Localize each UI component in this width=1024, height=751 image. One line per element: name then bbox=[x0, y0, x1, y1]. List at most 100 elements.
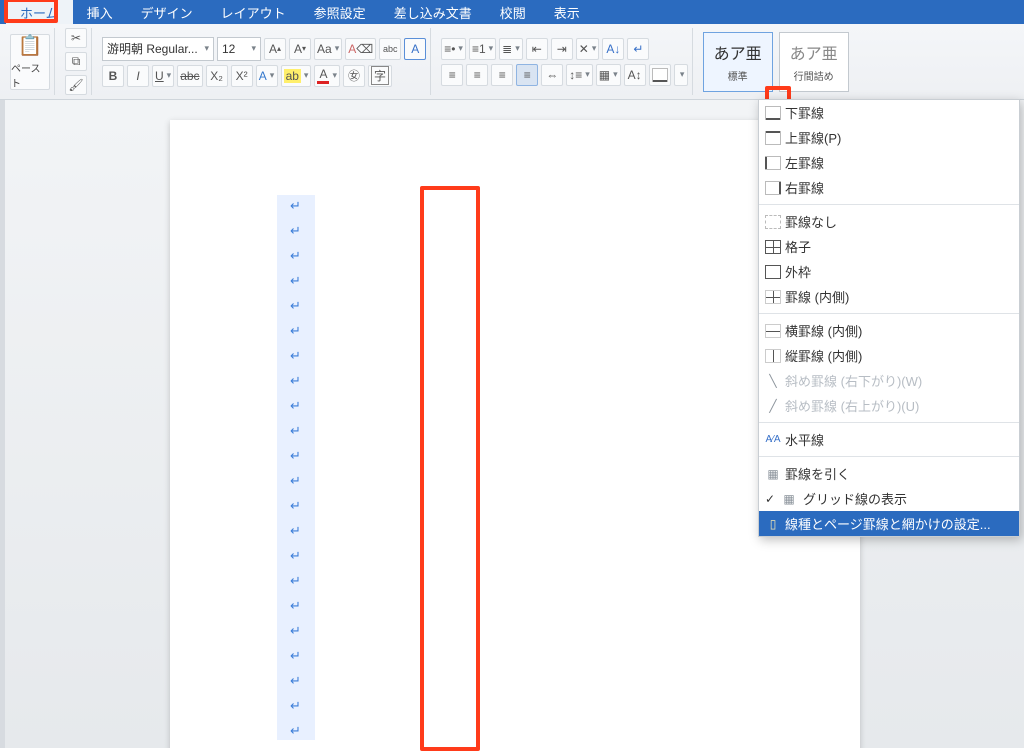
menu-border-outer[interactable]: 外枠 bbox=[759, 259, 1019, 284]
tab-view[interactable]: 表示 bbox=[540, 0, 594, 26]
paragraph-mark-icon: ↵ bbox=[290, 224, 301, 237]
cut-button[interactable]: ✂ bbox=[65, 28, 87, 48]
scissors-icon: ✂ bbox=[71, 31, 81, 45]
tab-mailings[interactable]: 差し込み文書 bbox=[380, 0, 486, 26]
menu-border-all[interactable]: 格子 bbox=[759, 234, 1019, 259]
tab-review[interactable]: 校閲 bbox=[486, 0, 540, 26]
align-left-button[interactable]: ≡ bbox=[441, 64, 463, 86]
character-border-button[interactable]: A bbox=[404, 38, 426, 60]
menu-borders-settings[interactable]: ▯線種とページ罫線と網かけの設定... bbox=[759, 511, 1019, 536]
border-right-icon bbox=[765, 181, 781, 195]
show-marks-button[interactable]: ↵ bbox=[627, 38, 649, 60]
paragraph-mark-icon: ↵ bbox=[290, 299, 301, 312]
menu-border-inner[interactable]: 罫線 (内側) bbox=[759, 284, 1019, 309]
align-right-button[interactable]: ≡ bbox=[491, 64, 513, 86]
tab-design[interactable]: デザイン bbox=[127, 0, 207, 26]
border-inner-h-icon bbox=[765, 324, 781, 338]
menu-horizontal-line[interactable]: A⁄A水平線 bbox=[759, 427, 1019, 452]
paragraph-mark-icon: ↵ bbox=[290, 199, 301, 212]
clear-format-button[interactable]: A⌫ bbox=[345, 38, 376, 60]
chevron-down-icon: ▾ bbox=[677, 69, 685, 80]
paragraph-mark-icon: ↵ bbox=[290, 674, 301, 687]
format-painter-button[interactable]: 🖌 bbox=[65, 75, 87, 95]
decrease-indent-button[interactable]: ⇤ bbox=[526, 38, 548, 60]
clipboard-icon: 📋 bbox=[18, 33, 43, 58]
menu-draw-border[interactable]: ▦罫線を引く bbox=[759, 461, 1019, 486]
menu-border-right[interactable]: 右罫線 bbox=[759, 175, 1019, 200]
menu-show-gridlines[interactable]: ✓▦グリッド線の表示 bbox=[759, 486, 1019, 511]
menu-border-inner-v[interactable]: 縦罫線 (内側) bbox=[759, 343, 1019, 368]
copy-button[interactable]: ⧉ bbox=[65, 52, 87, 72]
bullets-button[interactable]: ≡•▾ bbox=[441, 38, 466, 60]
style-sample: あア亜 bbox=[790, 40, 838, 64]
font-name-select[interactable]: 游明朝 Regular...▾ bbox=[102, 37, 214, 61]
tab-layout[interactable]: レイアウト bbox=[207, 0, 300, 26]
paragraph-mark-icon: ↵ bbox=[290, 474, 301, 487]
text-effects-button[interactable]: A▾ bbox=[256, 65, 278, 87]
superscript-button[interactable]: X² bbox=[231, 65, 253, 87]
enclose-char-button[interactable]: ㊛ bbox=[343, 65, 365, 87]
paste-label: ペースト bbox=[11, 60, 49, 90]
justify-button[interactable]: ≡ bbox=[516, 64, 538, 86]
style-normal-label: 標準 bbox=[728, 68, 748, 83]
style-nospace[interactable]: あア亜 行間詰め bbox=[779, 32, 849, 92]
paragraph-mark-icon: ↵ bbox=[290, 249, 301, 262]
menu-border-left[interactable]: 左罫線 bbox=[759, 150, 1019, 175]
tab-references[interactable]: 参照設定 bbox=[300, 0, 380, 26]
style-normal[interactable]: あア亜 標準 bbox=[703, 32, 773, 92]
phonetic-guide-button[interactable]: abc bbox=[379, 38, 401, 60]
distribute-button[interactable]: ⇔ bbox=[541, 64, 563, 86]
paste-button[interactable]: 📋 ペースト bbox=[10, 34, 50, 90]
menu-separator bbox=[759, 313, 1019, 314]
group-font: 游明朝 Regular...▾ 12▾ A▴ A▾ Aa▾ A⌫ abc A B… bbox=[98, 28, 431, 95]
chevron-down-icon: ▾ bbox=[201, 43, 209, 54]
font-name-value: 游明朝 Regular... bbox=[107, 40, 198, 57]
line-spacing-button[interactable]: ↕≡▾ bbox=[566, 64, 593, 86]
change-case-button[interactable]: Aa▾ bbox=[314, 38, 342, 60]
border-outer-icon bbox=[765, 265, 781, 279]
tab-insert[interactable]: 挿入 bbox=[73, 0, 127, 26]
menu-border-bottom[interactable]: 下罫線 bbox=[759, 100, 1019, 125]
paragraph-mark-icon: ↵ bbox=[290, 624, 301, 637]
shrink-font-button[interactable]: A▾ bbox=[289, 38, 311, 60]
paragraph-mark-icon: ↵ bbox=[290, 599, 301, 612]
selected-text-column[interactable]: ↵ ↵ ↵ ↵ ↵ ↵ ↵ ↵ ↵ ↵ ↵ ↵ ↵ ↵ ↵ ↵ ↵ ↵ ↵ ↵ bbox=[277, 195, 315, 740]
paragraph-mark-icon: ↵ bbox=[290, 724, 301, 737]
strike-button[interactable]: abc bbox=[177, 65, 202, 87]
menu-separator bbox=[759, 456, 1019, 457]
menu-border-top[interactable]: 上罫線(P) bbox=[759, 125, 1019, 150]
italic-button[interactable]: I bbox=[127, 65, 149, 87]
border-icon bbox=[652, 68, 668, 82]
sort-button[interactable]: A↓ bbox=[602, 38, 624, 60]
subscript-button[interactable]: X₂ bbox=[206, 65, 228, 87]
paragraph-mark-icon: ↵ bbox=[290, 449, 301, 462]
document-page[interactable]: ↵ ↵ ↵ ↵ ↵ ↵ ↵ ↵ ↵ ↵ ↵ ↵ ↵ ↵ ↵ ↵ ↵ ↵ ↵ ↵ bbox=[170, 120, 860, 748]
border-inner-v-icon bbox=[765, 349, 781, 363]
borders-button[interactable] bbox=[649, 64, 671, 86]
grid-icon: ▦ bbox=[781, 491, 797, 507]
shading-button[interactable]: ▦▾ bbox=[596, 64, 621, 86]
text-direction-button[interactable]: A↕ bbox=[624, 64, 646, 86]
underline-button[interactable]: U▾ bbox=[152, 65, 174, 87]
font-size-select[interactable]: 12▾ bbox=[217, 37, 261, 61]
font-color-button[interactable]: A▾ bbox=[314, 65, 340, 87]
paragraph-mark-icon: ↵ bbox=[290, 524, 301, 537]
increase-indent-button[interactable]: ⇥ bbox=[551, 38, 573, 60]
paragraph-mark-icon: ↵ bbox=[290, 649, 301, 662]
borders-dropdown-button[interactable]: ▾ bbox=[674, 64, 688, 86]
paragraph-mark-icon: ↵ bbox=[290, 399, 301, 412]
asian-layout-button[interactable]: ✕▾ bbox=[576, 38, 600, 60]
diag-up-icon: ╱ bbox=[765, 398, 781, 414]
highlight-button[interactable]: ab▾ bbox=[281, 65, 312, 87]
tab-home[interactable]: ホーム bbox=[6, 0, 73, 26]
align-center-button[interactable]: ≡ bbox=[466, 64, 488, 86]
menu-border-none[interactable]: 罫線なし bbox=[759, 209, 1019, 234]
menu-border-inner-h[interactable]: 横罫線 (内側) bbox=[759, 318, 1019, 343]
grow-font-button[interactable]: A▴ bbox=[264, 38, 286, 60]
numbering-button[interactable]: ≡1▾ bbox=[469, 38, 496, 60]
bold-button[interactable]: B bbox=[102, 65, 124, 87]
paragraph-mark-icon: ↵ bbox=[290, 424, 301, 437]
border-inner-icon bbox=[765, 290, 781, 304]
multilevel-button[interactable]: ≣▾ bbox=[499, 38, 523, 60]
character-shading-button[interactable]: 字 bbox=[368, 65, 392, 87]
